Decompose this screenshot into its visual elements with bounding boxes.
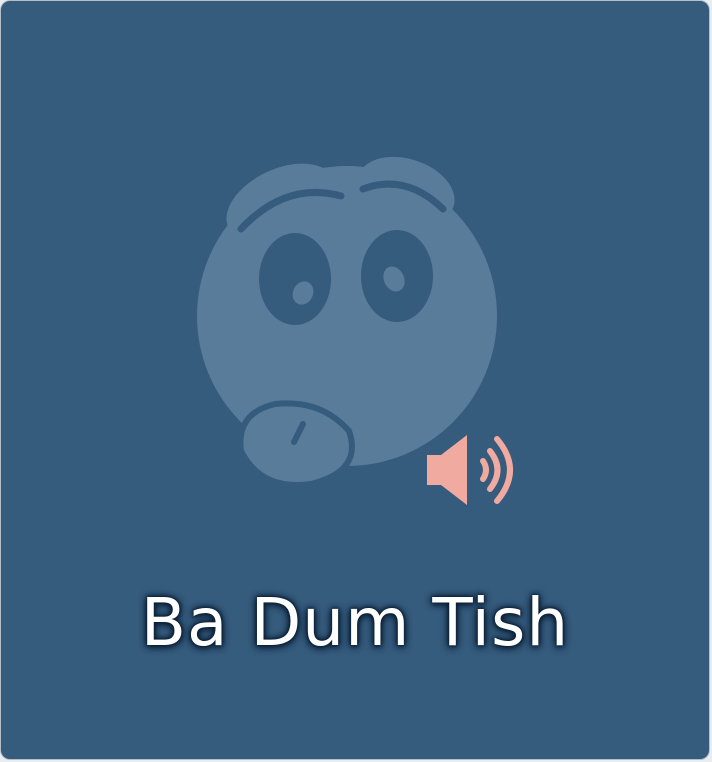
speaker-wave-small <box>480 458 489 482</box>
face-left-eye <box>259 233 331 325</box>
speaker-cone <box>427 435 467 505</box>
tile-label: Ba Dum Tish <box>140 584 570 661</box>
speaker-wave-medium <box>487 448 501 492</box>
sound-tile[interactable]: Ba Dum Tish <box>1 1 709 759</box>
speaker-icon <box>427 435 513 505</box>
